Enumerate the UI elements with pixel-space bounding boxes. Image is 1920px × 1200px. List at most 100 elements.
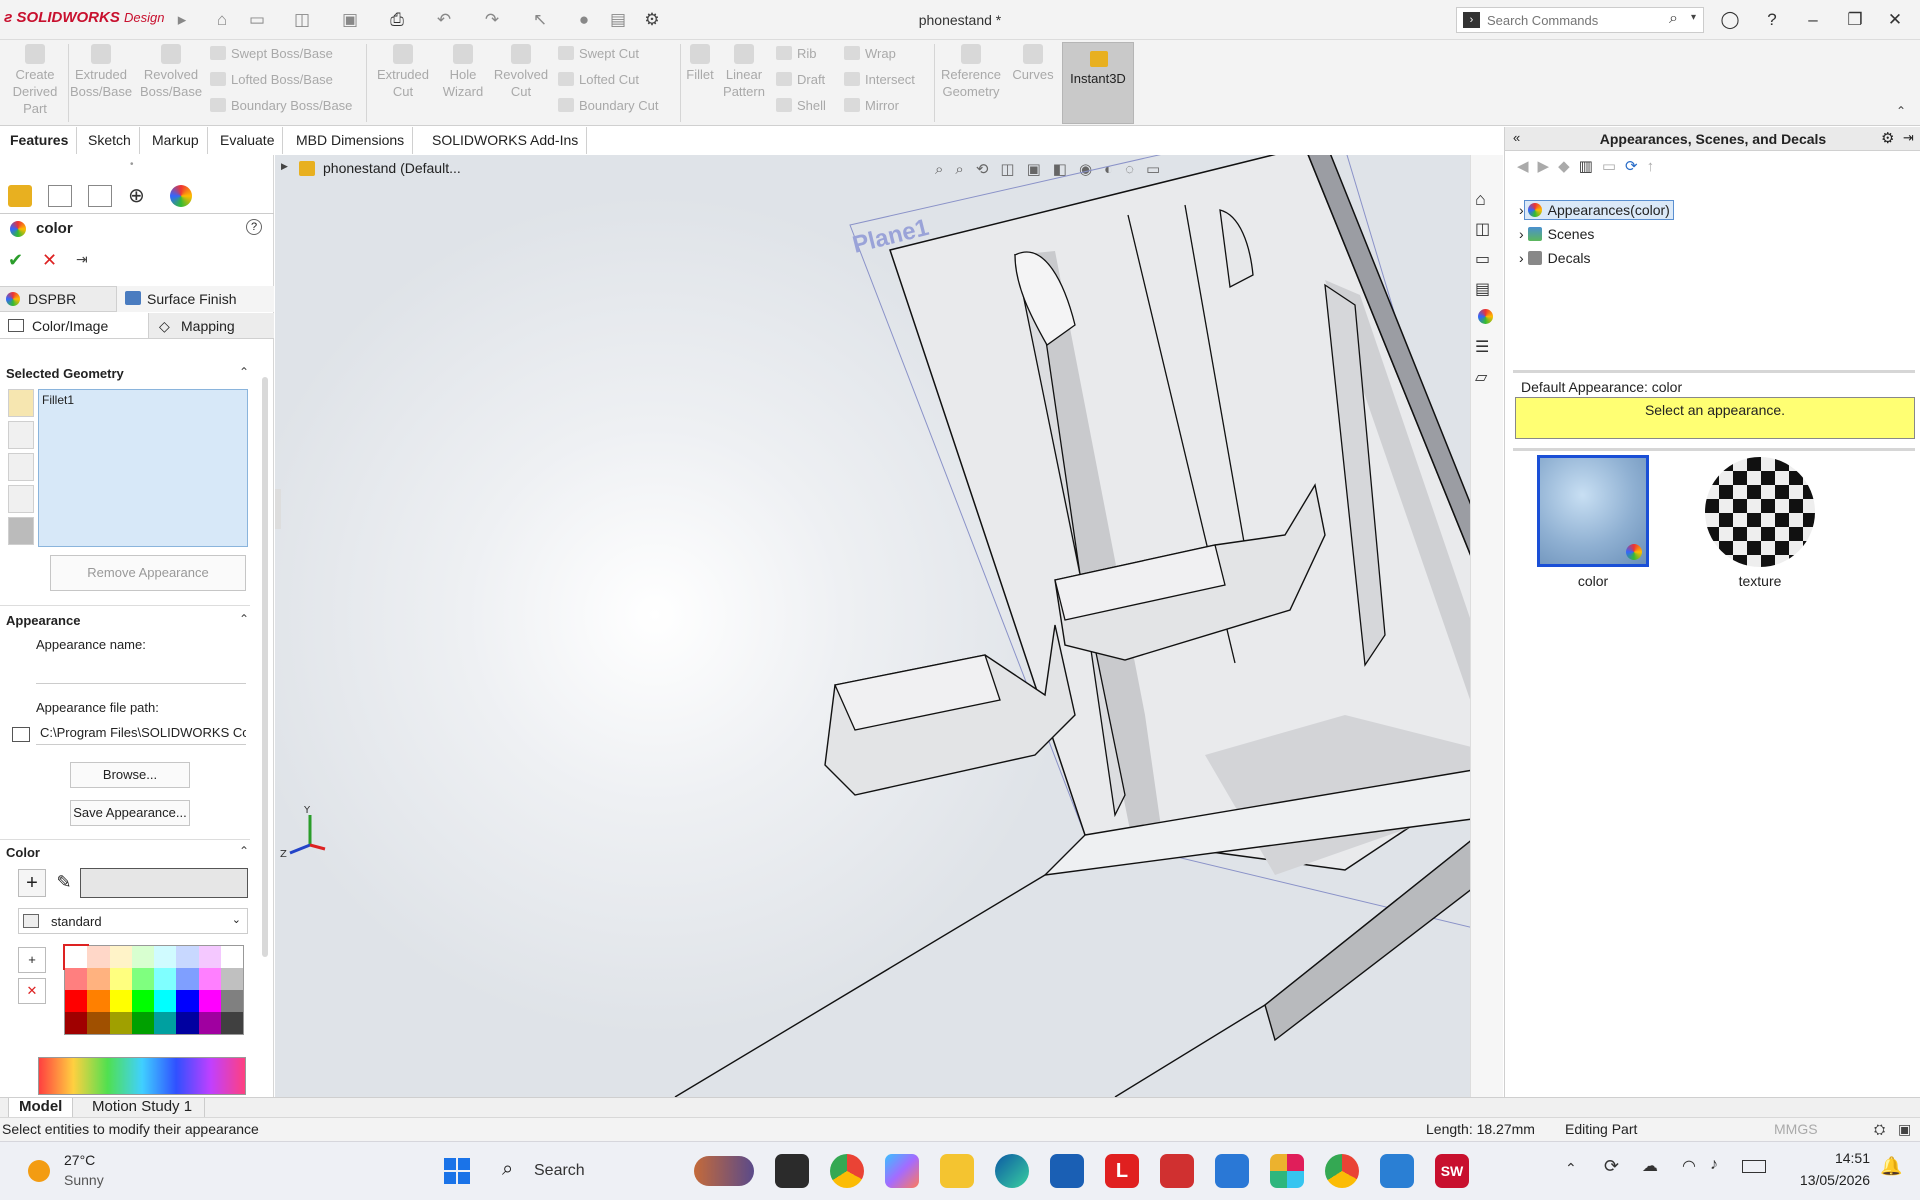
palette-swatch[interactable]: [198, 990, 221, 1012]
volume-icon[interactable]: ♪: [1710, 1156, 1718, 1174]
store-icon[interactable]: [1050, 1154, 1084, 1188]
splitter[interactable]: [1513, 370, 1915, 373]
boundary-boss-button[interactable]: Boundary Boss/Base: [210, 96, 352, 116]
tab-dspbr[interactable]: DSPBR: [6, 291, 76, 307]
vscode-icon[interactable]: [1380, 1154, 1414, 1188]
home-icon[interactable]: ⌂: [210, 8, 234, 32]
lofted-boss-button[interactable]: Lofted Boss/Base: [210, 70, 333, 90]
palette-swatch[interactable]: [220, 1012, 243, 1034]
print-icon[interactable]: ⎙: [385, 8, 409, 32]
appearance-name-field[interactable]: [36, 660, 246, 684]
extruded-boss-button[interactable]: Extruded Boss/Base: [70, 44, 132, 100]
tab-mbd-dimensions[interactable]: MBD Dimensions: [288, 127, 414, 154]
expand-menu-icon[interactable]: ▸: [170, 8, 194, 32]
minimize-button[interactable]: –: [1798, 6, 1828, 34]
settings-gear-icon[interactable]: ⚙: [1881, 129, 1894, 147]
remove-swatch-icon[interactable]: ✕: [18, 978, 46, 1004]
search-commands[interactable]: › ⌕ ▾: [1456, 7, 1704, 33]
panel-scrollbar[interactable]: [262, 377, 268, 957]
palette-swatch[interactable]: [87, 1012, 110, 1034]
palette-swatch[interactable]: [65, 990, 88, 1012]
palette-swatch[interactable]: [87, 946, 110, 968]
expand-icon[interactable]: ›: [1519, 250, 1524, 266]
notification-bell-icon[interactable]: 🔔: [1880, 1156, 1902, 1177]
display-manager-icon[interactable]: [170, 185, 192, 207]
task-view-icon[interactable]: [775, 1154, 809, 1188]
lofted-cut-button[interactable]: Lofted Cut: [558, 70, 639, 90]
browse-button[interactable]: Browse...: [70, 762, 190, 788]
create-derived-part-button[interactable]: Create Derived Part: [4, 44, 66, 117]
forward-icon[interactable]: ▶: [1538, 158, 1559, 175]
rib-button[interactable]: Rib: [776, 44, 817, 64]
hole-wizard-button[interactable]: Hole Wizard: [432, 44, 494, 100]
start-windows-icon[interactable]: [444, 1158, 470, 1184]
tab-sketch[interactable]: Sketch: [80, 127, 140, 154]
texture-swatch-thumbnail[interactable]: [1705, 457, 1815, 567]
battery-icon[interactable]: [1742, 1160, 1766, 1173]
collapse-chevron-icon[interactable]: ⌃: [239, 365, 249, 379]
graphics-area[interactable]: ▶ phonestand (Default... ⌕⌕⟲◫▣◧◉◐◌▭ Plan…: [275, 155, 1503, 1097]
color-swatch-thumbnail[interactable]: [1537, 455, 1649, 567]
delete-icon[interactable]: ▥: [1579, 158, 1602, 175]
cancel-x-icon[interactable]: ✕: [42, 250, 57, 271]
lenovo-app-icon[interactable]: L: [1105, 1154, 1139, 1188]
expand-icon[interactable]: ›: [1519, 226, 1524, 242]
open-icon[interactable]: ◫: [290, 8, 314, 32]
palette-swatch[interactable]: [109, 1012, 132, 1034]
current-color-swatch[interactable]: [80, 868, 248, 898]
palette-swatch[interactable]: [154, 990, 177, 1012]
curves-button[interactable]: Curves: [1008, 44, 1058, 83]
file-explorer-icon[interactable]: ▭: [1475, 249, 1490, 269]
reference-geometry-button[interactable]: Reference Geometry: [936, 44, 1006, 100]
tab-markup[interactable]: Markup: [144, 127, 208, 154]
palette-swatch[interactable]: [220, 946, 243, 968]
property-manager-icon[interactable]: [48, 185, 72, 207]
add-swatch-icon[interactable]: +: [18, 947, 46, 973]
instant3d-button[interactable]: Instant3D: [1062, 42, 1134, 124]
splitter[interactable]: [1513, 448, 1915, 451]
select-feature-icon[interactable]: [8, 485, 34, 513]
add-folder-icon[interactable]: ◆: [1558, 158, 1579, 175]
add-color-icon[interactable]: +: [18, 869, 46, 897]
forum-icon[interactable]: ▱: [1475, 367, 1487, 387]
ok-check-icon[interactable]: ✔: [8, 250, 23, 271]
palette-swatch[interactable]: [109, 990, 132, 1012]
wifi-icon[interactable]: ◠: [1682, 1156, 1696, 1176]
color-spectrum[interactable]: [38, 1057, 246, 1095]
search-icon[interactable]: ⌕: [1669, 10, 1678, 28]
collapse-ribbon-icon[interactable]: ⌃: [1896, 104, 1906, 118]
palette-swatch[interactable]: [131, 946, 154, 968]
save-icon[interactable]: ▣: [338, 8, 362, 32]
tab-model[interactable]: Model: [8, 1098, 74, 1118]
palette-swatch[interactable]: [87, 968, 110, 990]
palette-swatch[interactable]: [62, 944, 90, 970]
appearance-file-path-field[interactable]: C:\Program Files\SOLIDWORKS Co: [36, 721, 246, 745]
palette-swatch[interactable]: [220, 968, 243, 990]
palette-swatch[interactable]: [198, 1012, 221, 1034]
edge-icon[interactable]: [995, 1154, 1029, 1188]
tab-color-image[interactable]: Color/Image: [0, 313, 148, 339]
chrome-icon[interactable]: [830, 1154, 864, 1188]
revolved-cut-button[interactable]: Revolved Cut: [490, 44, 552, 100]
home-icon[interactable]: ⌂: [1475, 189, 1486, 210]
palette-swatch[interactable]: [154, 946, 177, 968]
fillet-button[interactable]: Fillet: [682, 44, 718, 83]
palette-swatch[interactable]: [109, 968, 132, 990]
back-icon[interactable]: ◀: [1517, 158, 1538, 175]
status-units[interactable]: MMGS: [1774, 1121, 1818, 1137]
color-palette-grid[interactable]: [62, 944, 244, 1035]
account-icon[interactable]: ◯: [1715, 6, 1745, 34]
save-appearance-button[interactable]: Save Appearance...: [70, 800, 190, 826]
pin-icon[interactable]: ⇥: [1903, 130, 1914, 146]
chevron-down-icon[interactable]: ▾: [1691, 12, 1696, 23]
palette-swatch[interactable]: [198, 946, 221, 968]
copilot-icon[interactable]: [885, 1154, 919, 1188]
boundary-cut-button[interactable]: Boundary Cut: [558, 96, 659, 116]
phonestand-model[interactable]: Plane1 Y Z: [275, 155, 1503, 1097]
help-icon[interactable]: ?: [246, 219, 262, 235]
cloud-off-icon[interactable]: ☁: [1642, 1156, 1658, 1176]
restore-button[interactable]: ❐: [1840, 6, 1870, 34]
select-filter-icon[interactable]: [8, 517, 34, 545]
palette-swatch[interactable]: [198, 968, 221, 990]
solidworks-taskbar-icon[interactable]: SW: [1435, 1154, 1469, 1188]
